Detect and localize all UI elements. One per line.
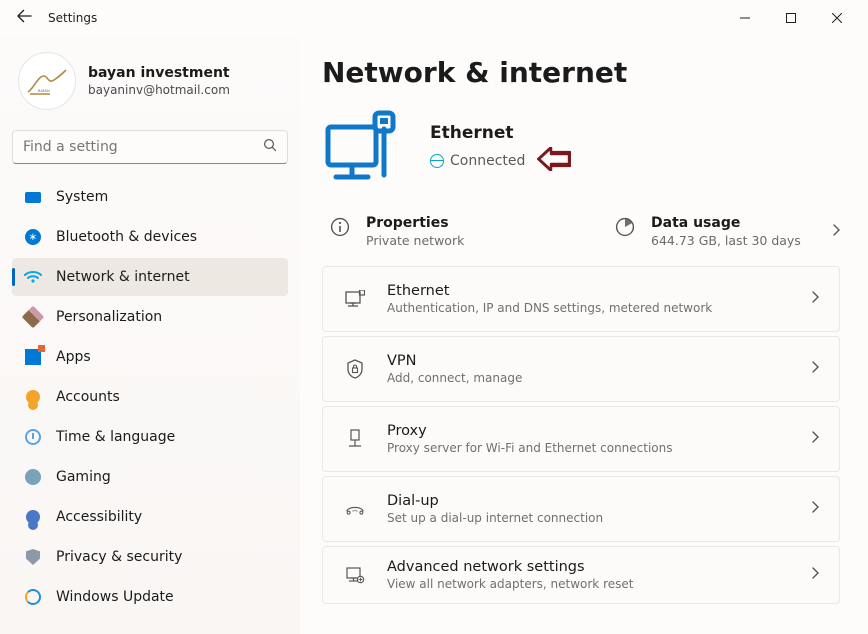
vpn-shield-icon — [345, 359, 365, 379]
user-email: bayaninv@hotmail.com — [88, 83, 230, 97]
accounts-icon — [24, 388, 42, 406]
sidebar-item-label: Accounts — [56, 389, 120, 405]
gaming-icon — [24, 468, 42, 486]
sidebar-item-label: Time & language — [56, 429, 175, 445]
sidebar-item-label: Network & internet — [56, 269, 190, 285]
sidebar: BAYAN bayan investment bayaninv@hotmail.… — [0, 36, 300, 634]
sidebar-item-accounts[interactable]: Accounts — [12, 378, 288, 416]
sidebar-item-gaming[interactable]: Gaming — [12, 458, 288, 496]
connection-name: Ethernet — [430, 123, 571, 143]
sidebar-item-label: Windows Update — [56, 589, 174, 605]
data-usage-title: Data usage — [651, 215, 801, 231]
sidebar-item-label: Privacy & security — [56, 549, 182, 565]
properties-title: Properties — [366, 215, 464, 231]
sidebar-item-personalization[interactable]: Personalization — [12, 298, 288, 336]
sidebar-item-label: System — [56, 189, 108, 205]
sidebar-item-label: Accessibility — [56, 509, 142, 525]
window-title: Settings — [48, 11, 97, 25]
bluetooth-icon: ∗ — [24, 228, 42, 246]
connection-status: Connected — [450, 153, 525, 169]
card-dialup[interactable]: Dial-up Set up a dial-up internet connect… — [322, 476, 840, 542]
dialup-icon — [345, 499, 365, 519]
close-button[interactable] — [814, 3, 860, 33]
ethernet-monitor-icon — [322, 107, 406, 191]
sidebar-item-apps[interactable]: Apps — [12, 338, 288, 376]
card-title: VPN — [387, 353, 522, 369]
sidebar-item-time[interactable]: Time & language — [12, 418, 288, 456]
chevron-right-icon — [811, 431, 819, 447]
card-title: Ethernet — [387, 283, 712, 299]
system-icon — [24, 188, 42, 206]
advanced-icon — [345, 565, 365, 585]
sidebar-item-label: Gaming — [56, 469, 111, 485]
chevron-right-icon — [811, 291, 819, 307]
sidebar-item-label: Apps — [56, 349, 91, 365]
connection-hero: Ethernet Connected — [322, 107, 840, 191]
user-name: bayan investment — [88, 65, 230, 81]
brush-icon — [24, 308, 42, 326]
sidebar-item-update[interactable]: Windows Update — [12, 578, 288, 616]
back-button[interactable] — [8, 9, 40, 27]
sidebar-item-bluetooth[interactable]: ∗ Bluetooth & devices — [12, 218, 288, 256]
card-sub: Authentication, IP and DNS settings, met… — [387, 301, 712, 315]
card-advanced[interactable]: Advanced network settings View all networ… — [322, 546, 840, 604]
card-vpn[interactable]: VPN Add, connect, manage — [322, 336, 840, 402]
card-title: Dial-up — [387, 493, 603, 509]
shield-icon — [24, 548, 42, 566]
svg-text:BAYAN: BAYAN — [38, 89, 50, 93]
page-title: Network & internet — [322, 56, 840, 89]
sidebar-item-network[interactable]: Network & internet — [12, 258, 288, 296]
chevron-right-icon — [811, 567, 819, 583]
apps-icon — [24, 348, 42, 366]
data-usage-link[interactable]: Data usage 644.73 GB, last 30 days — [615, 215, 840, 248]
user-block[interactable]: BAYAN bayan investment bayaninv@hotmail.… — [12, 44, 288, 124]
nav-list: System ∗ Bluetooth & devices Network & in… — [12, 178, 288, 616]
card-sub: Add, connect, manage — [387, 371, 522, 385]
sidebar-item-accessibility[interactable]: Accessibility — [12, 498, 288, 536]
avatar: BAYAN — [18, 52, 76, 110]
clock-icon — [24, 428, 42, 446]
update-icon — [24, 588, 42, 606]
annotation-arrow-icon — [537, 147, 571, 175]
connection-status-row: Connected — [430, 147, 571, 175]
card-title: Proxy — [387, 423, 673, 439]
card-sub: View all network adapters, network reset — [387, 577, 633, 591]
search-icon — [263, 138, 277, 156]
properties-sub: Private network — [366, 233, 464, 248]
chevron-right-icon — [811, 361, 819, 377]
search-input[interactable] — [23, 139, 263, 155]
data-usage-icon — [615, 217, 637, 239]
data-usage-sub: 644.73 GB, last 30 days — [651, 233, 801, 248]
sidebar-item-label: Personalization — [56, 309, 162, 325]
sidebar-item-privacy[interactable]: Privacy & security — [12, 538, 288, 576]
settings-card-list: Ethernet Authentication, IP and DNS setti… — [322, 266, 840, 604]
card-sub: Proxy server for Wi-Fi and Ethernet conn… — [387, 441, 673, 455]
ethernet-icon — [345, 289, 365, 309]
card-title: Advanced network settings — [387, 559, 633, 575]
card-proxy[interactable]: Proxy Proxy server for Wi-Fi and Ethernet… — [322, 406, 840, 472]
main-panel: Network & internet Ethernet Connected — [300, 36, 868, 634]
card-sub: Set up a dial-up internet connection — [387, 511, 603, 525]
minimize-button[interactable] — [722, 3, 768, 33]
proxy-icon — [345, 429, 365, 449]
search-box[interactable] — [12, 130, 288, 164]
chevron-right-icon — [832, 224, 840, 240]
properties-link[interactable]: Properties Private network — [330, 215, 555, 248]
sidebar-item-label: Bluetooth & devices — [56, 229, 197, 245]
globe-icon — [430, 154, 444, 168]
chevron-right-icon — [811, 501, 819, 517]
wifi-icon — [24, 268, 42, 286]
accessibility-icon — [24, 508, 42, 526]
card-ethernet[interactable]: Ethernet Authentication, IP and DNS setti… — [322, 266, 840, 332]
maximize-button[interactable] — [768, 3, 814, 33]
info-icon — [330, 217, 352, 239]
sidebar-item-system[interactable]: System — [12, 178, 288, 216]
titlebar: Settings — [0, 0, 868, 36]
